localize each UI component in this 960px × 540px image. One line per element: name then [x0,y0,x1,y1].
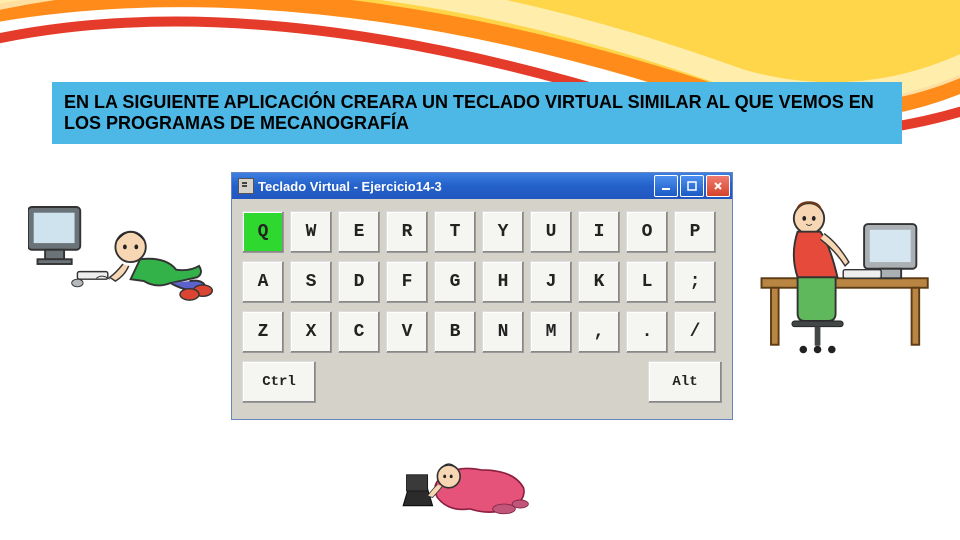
key-alt[interactable]: Alt [648,361,722,403]
keyboard-row-3: ZXCVBNM,./ [242,311,722,353]
key-l[interactable]: L [626,261,668,303]
key-sym[interactable]: , [578,311,620,353]
key-sym[interactable]: . [626,311,668,353]
maximize-icon [687,181,697,191]
key-v[interactable]: V [386,311,428,353]
key-m[interactable]: M [530,311,572,353]
girl-laptop-icon [400,452,530,525]
child-computer-icon [28,188,218,302]
key-j[interactable]: J [530,261,572,303]
close-button[interactable] [706,175,730,197]
key-h[interactable]: H [482,261,524,303]
key-b[interactable]: B [434,311,476,353]
titlebar[interactable]: Teclado Virtual - Ejercicio14-3 [232,173,732,199]
key-ctrl[interactable]: Ctrl [242,361,316,403]
key-i[interactable]: I [578,211,620,253]
clipart-child-computer [28,188,218,307]
maximize-button[interactable] [680,175,704,197]
key-q[interactable]: Q [242,211,284,253]
clipart-girl-laptop [400,452,530,530]
header-text: EN LA SIGUIENTE APLICACIÓN CREARA UN TEC… [64,92,874,133]
key-k[interactable]: K [578,261,620,303]
window-title: Teclado Virtual - Ejercicio14-3 [258,179,652,194]
key-f[interactable]: F [386,261,428,303]
key-s[interactable]: S [290,261,332,303]
key-u[interactable]: U [530,211,572,253]
key-sym[interactable]: / [674,311,716,353]
keyboard-row-1: QWERTYUIOP [242,211,722,253]
window-icon [238,178,254,194]
key-n[interactable]: N [482,311,524,353]
key-x[interactable]: X [290,311,332,353]
key-p[interactable]: P [674,211,716,253]
key-sym[interactable]: ; [674,261,716,303]
keyboard-row-bottom: Ctrl Alt [242,361,722,403]
key-z[interactable]: Z [242,311,284,353]
key-e[interactable]: E [338,211,380,253]
minimize-button[interactable] [654,175,678,197]
key-c[interactable]: C [338,311,380,353]
clipart-person-desk [752,188,942,364]
virtual-keyboard-window: Teclado Virtual - Ejercicio14-3 QWERTYUI… [231,172,733,420]
person-desk-icon [752,188,942,359]
key-o[interactable]: O [626,211,668,253]
close-icon [713,181,723,191]
minimize-icon [661,181,671,191]
keyboard-area: QWERTYUIOP ASDFGHJKL; ZXCVBNM,./ Ctrl Al… [232,199,732,419]
header-text-box: EN LA SIGUIENTE APLICACIÓN CREARA UN TEC… [52,82,902,144]
key-w[interactable]: W [290,211,332,253]
key-d[interactable]: D [338,261,380,303]
key-t[interactable]: T [434,211,476,253]
keyboard-row-2: ASDFGHJKL; [242,261,722,303]
key-y[interactable]: Y [482,211,524,253]
key-a[interactable]: A [242,261,284,303]
key-r[interactable]: R [386,211,428,253]
key-g[interactable]: G [434,261,476,303]
